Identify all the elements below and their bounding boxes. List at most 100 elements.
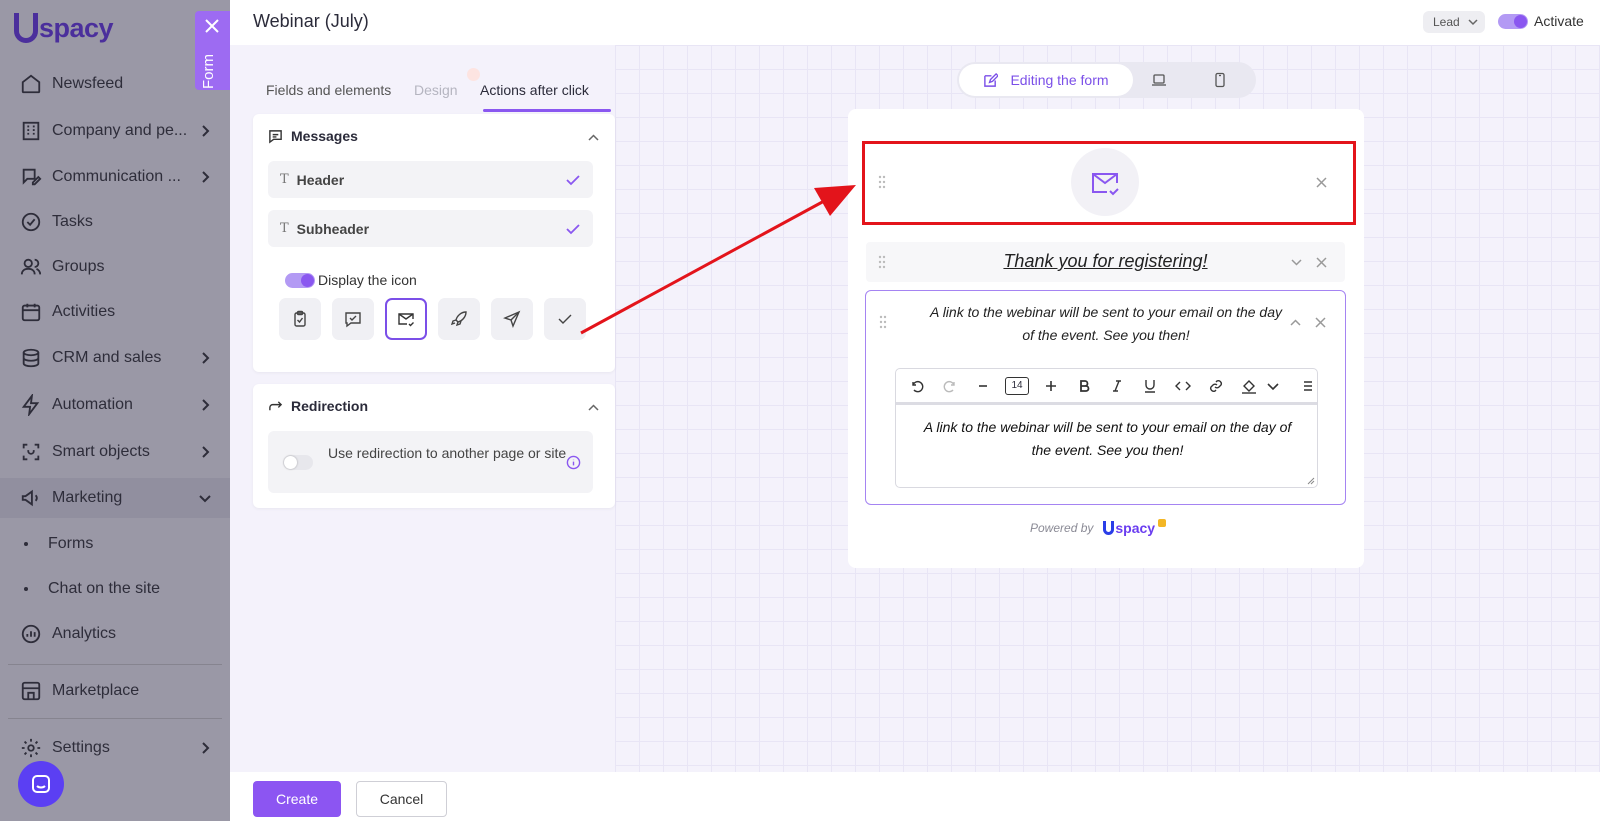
view-mode-switch: Editing the form	[957, 62, 1256, 98]
megaphone-icon	[21, 489, 38, 507]
link-button[interactable]	[1205, 375, 1227, 397]
chevron-up-icon[interactable]	[587, 401, 600, 414]
users-icon	[20, 258, 42, 275]
rich-text-editor[interactable]: 14 A link to the webinar will be sent to…	[895, 368, 1318, 488]
building-icon	[22, 121, 40, 141]
bolt-icon	[21, 394, 40, 416]
cancel-button[interactable]: Cancel	[356, 781, 447, 817]
undo-button[interactable]	[906, 375, 928, 397]
sidebar-item-smart-objects[interactable]: Smart objects	[0, 432, 230, 472]
preview-subheader-block[interactable]: A link to the webinar will be sent to yo…	[865, 290, 1346, 505]
sidebar: spacy Newsfeed Company and pe... Communi…	[0, 0, 230, 821]
text-type-icon: T	[280, 221, 289, 236]
sidebar-item-company[interactable]: Company and pe...	[0, 111, 230, 151]
sidebar-item-analytics[interactable]: Analytics	[0, 614, 230, 654]
sidebar-item-marketing[interactable]: Marketing	[0, 478, 230, 518]
close-icon[interactable]	[1315, 256, 1328, 269]
messages-card: Messages T Header T Subheader Display th…	[253, 114, 615, 372]
chevron-up-icon[interactable]	[1289, 316, 1302, 329]
tab-fields-and-elements[interactable]: Fields and elements	[266, 82, 391, 98]
powered-by-logo[interactable]: spacy	[1103, 519, 1167, 536]
top-bar: Webinar (July) Lead Activate	[230, 0, 1600, 45]
sidebar-item-crm[interactable]: CRM and sales	[0, 338, 230, 378]
redirection-header[interactable]: Redirection	[268, 398, 368, 414]
sidebar-subitem-forms[interactable]: Forms	[0, 525, 230, 563]
create-button[interactable]: Create	[253, 781, 341, 817]
icon-option-mail[interactable]	[385, 298, 427, 340]
underline-button[interactable]	[1139, 375, 1161, 397]
check-icon	[558, 314, 572, 324]
editor-content[interactable]: A link to the webinar will be sent to yo…	[916, 416, 1299, 462]
sidebar-divider	[8, 718, 222, 719]
sidebar-subitem-chat-on-site[interactable]: Chat on the site	[0, 570, 230, 608]
tab-actions-after-click[interactable]: Actions after click	[480, 82, 589, 98]
message-icon	[269, 129, 282, 144]
increase-size-button[interactable]	[1040, 375, 1062, 397]
chevron-up-icon[interactable]	[587, 131, 600, 144]
font-size-input[interactable]: 14	[1005, 376, 1029, 395]
close-icon[interactable]	[203, 17, 221, 35]
redo-button[interactable]	[939, 375, 961, 397]
rocket-icon	[450, 311, 467, 327]
display-icon-control[interactable]: Display the icon	[285, 272, 417, 288]
entity-select[interactable]: Lead	[1423, 11, 1485, 33]
sidebar-item-marketplace[interactable]: Marketplace	[0, 671, 230, 711]
bold-button[interactable]	[1073, 375, 1095, 397]
phone-icon[interactable]	[1212, 72, 1228, 88]
tab-design[interactable]: Design	[414, 82, 458, 98]
italic-icon	[1113, 379, 1121, 392]
laptop-icon[interactable]	[1151, 72, 1167, 88]
chat-edit-icon	[22, 168, 42, 186]
icon-option-chat[interactable]	[332, 298, 374, 340]
close-icon[interactable]	[1314, 316, 1327, 329]
info-icon[interactable]	[566, 455, 581, 470]
redirection-card: Redirection Use redirection to another p…	[253, 384, 615, 508]
gear-icon	[21, 738, 41, 758]
bold-icon	[1080, 379, 1090, 392]
bottom-bar: Create Cancel	[230, 772, 1600, 821]
sidebar-item-groups[interactable]: Groups	[0, 247, 230, 287]
more-button[interactable]	[1295, 375, 1317, 397]
app-logo[interactable]: spacy	[14, 10, 114, 46]
color-dropdown-button[interactable]	[1262, 375, 1284, 397]
store-icon	[21, 681, 41, 701]
form-tab-label: Form	[200, 54, 217, 89]
activate-control[interactable]: Activate	[1498, 13, 1584, 29]
preview-header-text: Thank you for registering!	[1003, 251, 1208, 271]
code-button[interactable]	[1172, 375, 1194, 397]
icon-option-clipboard[interactable]	[279, 298, 321, 340]
code-icon	[1175, 381, 1191, 390]
view-mode-edit[interactable]: Editing the form	[959, 64, 1133, 96]
active-tab-indicator	[483, 109, 611, 112]
support-chat-button[interactable]	[18, 761, 64, 807]
chevron-down-icon	[1468, 19, 1478, 26]
icon-option-send[interactable]	[491, 298, 533, 340]
message-subheader-row[interactable]: T Subheader	[268, 210, 593, 247]
sidebar-item-communication[interactable]: Communication ...	[0, 157, 230, 197]
chevron-down-icon	[199, 495, 211, 503]
resize-handle-icon[interactable]	[1307, 477, 1315, 485]
settings-tabs: Fields and elements Design Actions after…	[253, 68, 613, 114]
message-header-row[interactable]: T Header	[268, 161, 593, 198]
decrease-size-button[interactable]	[972, 375, 994, 397]
fill-color-button[interactable]	[1238, 375, 1260, 397]
activate-toggle[interactable]	[1498, 13, 1528, 29]
icon-option-rocket[interactable]	[438, 298, 480, 340]
chevron-down-icon[interactable]	[1290, 256, 1303, 269]
minus-icon	[979, 384, 987, 387]
sidebar-item-activities[interactable]: Activities	[0, 292, 230, 332]
chevron-right-icon	[202, 742, 210, 754]
reset-badge-icon	[467, 68, 480, 81]
form-side-tab[interactable]: Form	[195, 11, 230, 90]
italic-button[interactable]	[1106, 375, 1128, 397]
chevron-right-icon	[202, 125, 210, 137]
redo-icon	[943, 380, 955, 392]
drag-handle-icon[interactable]	[878, 315, 888, 329]
sidebar-item-tasks[interactable]: Tasks	[0, 202, 230, 242]
messages-header[interactable]: Messages	[268, 128, 358, 144]
redirection-toggle[interactable]	[283, 455, 313, 470]
sidebar-item-automation[interactable]: Automation	[0, 385, 230, 425]
display-icon-toggle[interactable]	[285, 272, 315, 288]
edit-icon	[984, 72, 999, 87]
preview-header-block[interactable]: Thank you for registering!	[866, 242, 1345, 282]
